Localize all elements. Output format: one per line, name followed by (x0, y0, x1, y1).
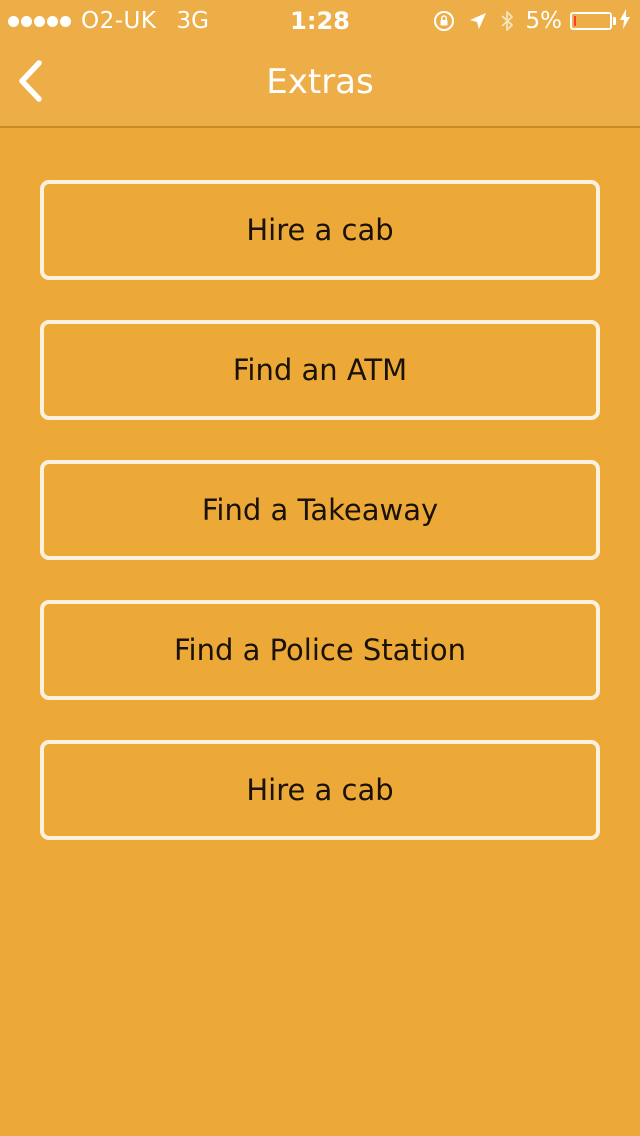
status-right: 5% (432, 7, 630, 35)
bluetooth-icon (500, 9, 514, 33)
charging-bolt-icon (620, 7, 630, 35)
battery-icon (570, 12, 612, 30)
page-title: Extras (266, 62, 374, 102)
hire-cab-button-2[interactable]: Hire a cab (40, 740, 600, 840)
navigation-bar: Extras (0, 40, 640, 126)
battery-percent: 5% (525, 8, 563, 34)
battery-level-fill (574, 16, 576, 26)
battery-tip (613, 17, 616, 25)
extras-menu: Hire a cab Find an ATM Find a Takeaway F… (40, 180, 600, 880)
hire-cab-button[interactable]: Hire a cab (40, 180, 600, 280)
find-takeaway-button[interactable]: Find a Takeaway (40, 460, 600, 560)
location-arrow-icon (468, 11, 488, 31)
find-atm-button[interactable]: Find an ATM (40, 320, 600, 420)
find-police-station-button[interactable]: Find a Police Station (40, 600, 600, 700)
status-bar: O2-UK 3G 1:28 5% (0, 0, 640, 40)
orientation-lock-icon (432, 9, 456, 33)
header: O2-UK 3G 1:28 5% Extras (0, 0, 640, 128)
